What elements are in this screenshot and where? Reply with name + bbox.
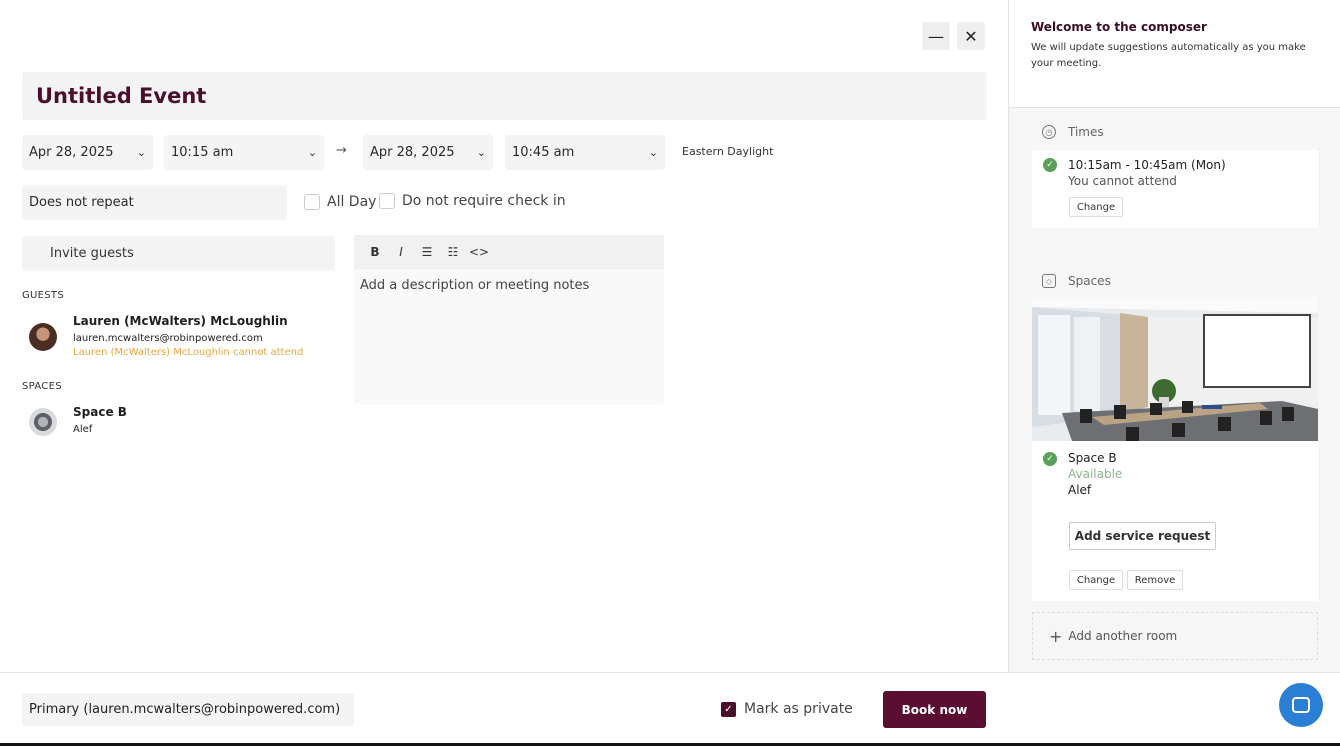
- times-heading: ◷ Times: [1042, 125, 1104, 139]
- guest-item: Lauren (McWalters) McLoughlin lauren.mcw…: [29, 314, 303, 358]
- times-range: 10:15am - 10:45am (Mon): [1068, 158, 1226, 172]
- add-another-room-button[interactable]: + Add another room: [1032, 612, 1318, 660]
- space-item: Space B Alef: [29, 405, 127, 438]
- space-card-location: Alef: [1068, 483, 1092, 497]
- suggestions-sidebar: Welcome to the composer We will update s…: [1008, 0, 1340, 672]
- minimize-icon: —: [928, 26, 944, 46]
- end-date-select[interactable]: Apr 28, 2025 ⌄: [363, 135, 493, 170]
- description-placeholder: Add a description or meeting notes: [360, 278, 590, 293]
- guest-warning: Lauren (McWalters) McLoughlin cannot att…: [73, 347, 304, 358]
- spaces-heading: SPACES: [22, 381, 62, 392]
- cube-icon: ◇: [1042, 274, 1056, 288]
- space-card: ✓ Space B Available Alef Add service req…: [1032, 297, 1318, 601]
- plus-icon: +: [1049, 626, 1063, 646]
- composer-main: — ✕ Untitled Event Apr 28, 2025 ⌄ 10:15 …: [0, 0, 1008, 672]
- space-name: Space B: [73, 405, 127, 419]
- space-remove-button[interactable]: Remove: [1127, 570, 1183, 590]
- times-note: You cannot attend: [1068, 174, 1177, 188]
- chat-icon: [1292, 697, 1310, 713]
- italic-button[interactable]: I: [390, 241, 412, 263]
- end-date-value: Apr 28, 2025: [370, 145, 455, 160]
- space-info: Space B Available Alef: [1068, 450, 1122, 498]
- times-change-button[interactable]: Change: [1069, 197, 1123, 217]
- arrow-icon: →: [336, 143, 347, 158]
- start-date-select[interactable]: Apr 28, 2025 ⌄: [22, 135, 153, 170]
- description-editor[interactable]: B I ☰ ☷ <> Add a description or meeting …: [354, 235, 664, 405]
- start-date-value: Apr 28, 2025: [29, 145, 114, 160]
- space-avatar: [29, 408, 57, 436]
- times-text: 10:15am - 10:45am (Mon) You cannot atten…: [1068, 157, 1226, 189]
- private-label: Mark as private: [744, 701, 853, 717]
- welcome-text: We will update suggestions automatically…: [1031, 42, 1306, 69]
- room-photo: [1032, 297, 1318, 441]
- chevron-down-icon: ⌄: [476, 146, 486, 159]
- end-time-select[interactable]: 10:45 am ⌄: [505, 135, 665, 170]
- composer-footer: Primary (lauren.mcwalters@robinpowered.c…: [0, 672, 1340, 746]
- chevron-down-icon: ⌄: [136, 146, 146, 159]
- check-icon: ✓: [1043, 452, 1057, 466]
- checkin-label: Do not require check in: [402, 193, 566, 209]
- minimize-button[interactable]: —: [922, 22, 950, 50]
- start-time-value: 10:15 am: [171, 145, 234, 160]
- editor-toolbar: B I ☰ ☷ <>: [354, 235, 664, 269]
- start-time-select[interactable]: 10:15 am ⌄: [164, 135, 324, 170]
- chat-button[interactable]: [1279, 683, 1323, 727]
- space-change-button[interactable]: Change: [1069, 570, 1123, 590]
- all-day-checkbox[interactable]: All Day: [304, 194, 376, 210]
- end-time-value: 10:45 am: [512, 145, 575, 160]
- bold-button[interactable]: B: [364, 241, 386, 263]
- check-icon: ✓: [721, 701, 736, 717]
- all-day-label: All Day: [327, 194, 377, 210]
- room-photo-illustration: [1032, 297, 1318, 441]
- checkin-checkbox[interactable]: Do not require check in: [379, 193, 566, 209]
- mark-private-checkbox[interactable]: ✓ Mark as private: [721, 701, 853, 717]
- numbered-list-icon[interactable]: ☷: [442, 241, 464, 263]
- guest-name: Lauren (McWalters) McLoughlin: [73, 314, 288, 328]
- times-card: ✓ 10:15am - 10:45am (Mon) You cannot att…: [1032, 150, 1318, 228]
- times-heading-label: Times: [1068, 125, 1104, 139]
- bullet-list-icon[interactable]: ☰: [416, 241, 438, 263]
- checkbox-icon: [304, 194, 320, 210]
- checkbox-icon: [379, 193, 395, 209]
- calendar-select[interactable]: Primary (lauren.mcwalters@robinpowered.c…: [22, 693, 354, 726]
- calendar-value: Primary (lauren.mcwalters@robinpowered.c…: [29, 702, 341, 717]
- composer-app: — ✕ Untitled Event Apr 28, 2025 ⌄ 10:15 …: [0, 0, 1340, 746]
- chevron-down-icon: ⌄: [307, 146, 317, 159]
- chevron-down-icon: ⌄: [648, 146, 658, 159]
- close-button[interactable]: ✕: [957, 22, 985, 50]
- repeat-value: Does not repeat: [29, 195, 134, 210]
- book-now-button[interactable]: Book now: [883, 691, 986, 728]
- space-location: Alef: [73, 424, 93, 435]
- spaces-sidebar-heading: ◇ Spaces: [1042, 274, 1111, 288]
- close-icon: ✕: [964, 26, 978, 46]
- guest-email: lauren.mcwalters@robinpowered.com: [73, 333, 263, 344]
- check-icon: ✓: [1043, 158, 1057, 172]
- guests-heading: GUESTS: [22, 290, 64, 301]
- repeat-select[interactable]: Does not repeat: [22, 185, 287, 220]
- welcome-panel: Welcome to the composer We will update s…: [1009, 0, 1340, 108]
- welcome-title: Welcome to the composer: [1031, 20, 1207, 34]
- timezone-label[interactable]: Eastern Daylight: [682, 145, 773, 158]
- space-status: Available: [1068, 467, 1123, 481]
- space-card-name: Space B: [1068, 451, 1117, 465]
- add-service-request-button[interactable]: Add service request: [1069, 522, 1216, 550]
- spaces-heading-label: Spaces: [1068, 274, 1111, 288]
- add-room-label: Add another room: [1068, 629, 1178, 643]
- event-title-input[interactable]: Untitled Event: [22, 72, 987, 120]
- avatar: [29, 323, 57, 351]
- invite-placeholder: Invite guests: [50, 246, 134, 261]
- code-button[interactable]: <>: [468, 241, 490, 263]
- clock-icon: ◷: [1042, 125, 1056, 139]
- invite-guests-input[interactable]: Invite guests: [22, 236, 335, 271]
